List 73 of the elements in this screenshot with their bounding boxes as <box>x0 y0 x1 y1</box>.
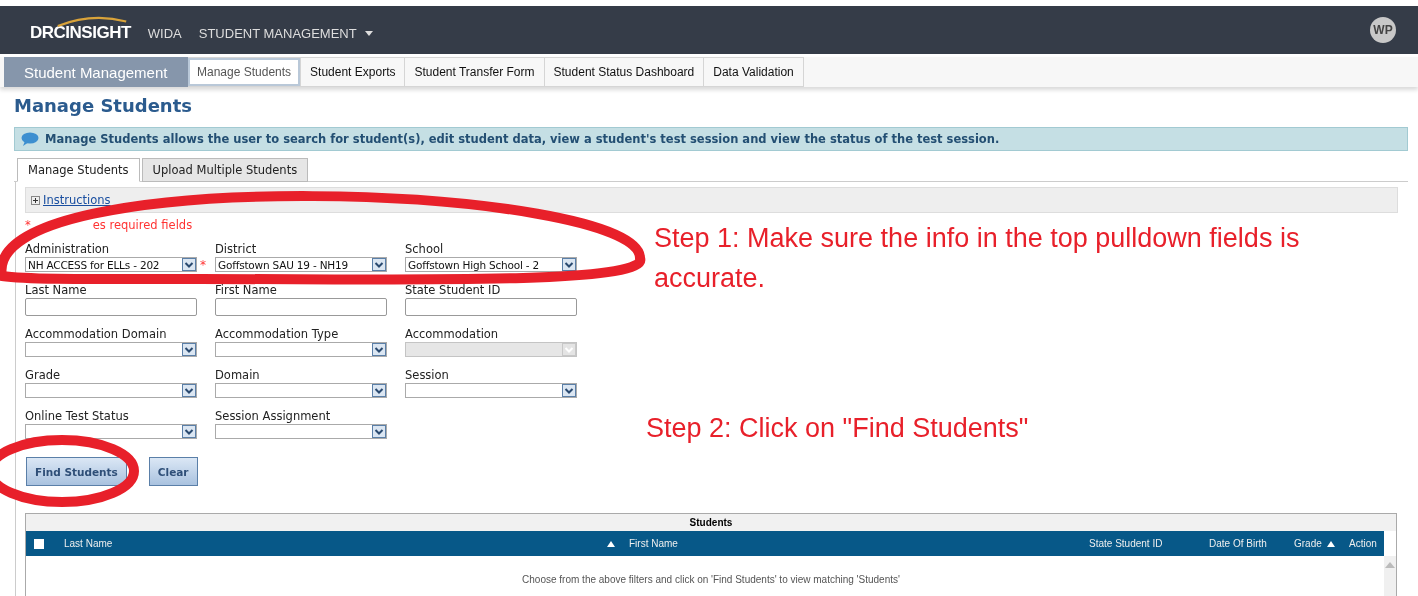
dropdown-arrow-icon[interactable] <box>182 384 196 397</box>
dropdown[interactable] <box>25 424 197 439</box>
speech-bubble-icon <box>21 132 39 146</box>
field-label: Administration <box>25 242 110 256</box>
field-label: Accommodation Domain <box>25 327 167 341</box>
table-caption: Students <box>26 514 1396 531</box>
dropdown-arrow-icon[interactable] <box>372 343 386 356</box>
clear-button[interactable]: Clear <box>148 457 198 486</box>
logo: DRCINSIGHT <box>30 15 135 45</box>
input-field[interactable] <box>215 298 387 316</box>
field-label: State Student ID <box>405 283 501 297</box>
column-header[interactable]: Date Of Birth <box>1209 538 1267 549</box>
dropdown[interactable]: Goffstown High School - 2 <box>405 257 577 272</box>
user-avatar[interactable]: WP <box>1370 17 1396 43</box>
dropdown-arrow-icon[interactable] <box>562 384 576 397</box>
caret-icon <box>364 30 373 36</box>
required-mark: * <box>25 218 31 234</box>
column-header[interactable]: Grade <box>1294 538 1322 549</box>
input-field[interactable] <box>25 298 197 316</box>
select-all-checkbox[interactable] <box>34 538 44 549</box>
dropdown[interactable]: Goffstown SAU 19 - NH19 <box>215 257 387 272</box>
form-tab[interactable]: Manage Students <box>17 158 140 182</box>
dropdown-arrow-icon[interactable] <box>372 384 386 397</box>
field-label: First Name <box>215 283 277 297</box>
find-students-button[interactable]: Find Students <box>26 457 127 486</box>
field-label: District <box>215 242 257 256</box>
dropdown[interactable] <box>215 424 387 439</box>
dropdown[interactable] <box>215 383 387 398</box>
field-label: Session Assignment <box>215 409 331 423</box>
dropdown[interactable] <box>215 342 387 357</box>
column-header[interactable]: Last Name <box>64 538 113 549</box>
annotation-text: Step 2: Click on "Find Students" <box>646 412 1029 445</box>
input-field[interactable] <box>405 298 577 316</box>
dropdown-arrow-icon[interactable] <box>182 343 196 356</box>
dropdown[interactable] <box>25 342 197 357</box>
form-tab[interactable]: Upload Multiple Students <box>141 158 309 182</box>
field-label: School <box>405 242 444 256</box>
nav-tab[interactable]: Student Transfer Form <box>405 57 545 87</box>
field-label: Accommodation Type <box>215 327 339 341</box>
nav-tab[interactable]: Manage Students <box>188 57 302 87</box>
brand-link[interactable]: WIDA <box>147 25 182 41</box>
dropdown[interactable] <box>405 383 577 398</box>
required-note: es required fields <box>92 218 193 234</box>
field-label: Last Name <box>25 283 87 297</box>
dropdown-arrow-icon[interactable] <box>182 425 196 438</box>
expand-icon[interactable] <box>31 195 40 205</box>
sort-arrow-icon[interactable] <box>1327 540 1335 547</box>
field-label: Online Test Status <box>25 409 129 423</box>
column-header[interactable]: First Name <box>629 538 678 549</box>
dropdown[interactable]: NH ACCESS for ELLs - 202 <box>25 257 197 272</box>
dropdown-arrow-icon[interactable] <box>372 258 386 271</box>
empty-message: Choose from the above filters and click on 'Find Students' to view matching 'Students' <box>522 574 900 587</box>
nav-tab[interactable]: Student Status Dashboard <box>544 57 705 87</box>
annotation-text: Step 1: Make sure the info in the top pulldown fields is accurate. <box>654 222 1301 295</box>
field-label: Grade <box>25 368 61 382</box>
field-label: Accommodation <box>405 327 499 341</box>
dropdown-arrow-icon[interactable] <box>562 258 576 271</box>
sort-arrow-icon[interactable] <box>607 540 615 547</box>
dropdown[interactable] <box>25 383 197 398</box>
dropdown-arrow-icon[interactable] <box>372 425 386 438</box>
student-management-menu[interactable]: STUDENT MANAGEMENT <box>198 25 373 41</box>
field-label: Domain <box>215 368 260 382</box>
field-label: Session <box>405 368 449 382</box>
nav-tab[interactable]: Student Exports <box>301 57 406 87</box>
info-text: Manage Students allows the user to search for student(s), edit student data, view a student's test session and view the status of the test session. <box>45 132 1000 146</box>
instructions-link[interactable]: Instructions <box>43 193 111 207</box>
page-title: Manage Students <box>14 95 193 117</box>
column-header[interactable]: State Student ID <box>1089 538 1163 549</box>
nav-tab[interactable]: Data Validation <box>704 57 804 87</box>
dropdown-arrow-icon[interactable] <box>182 258 196 271</box>
column-header[interactable]: Action <box>1349 538 1377 549</box>
required-mark: * <box>200 257 206 272</box>
section-title: Student Management <box>4 57 188 87</box>
